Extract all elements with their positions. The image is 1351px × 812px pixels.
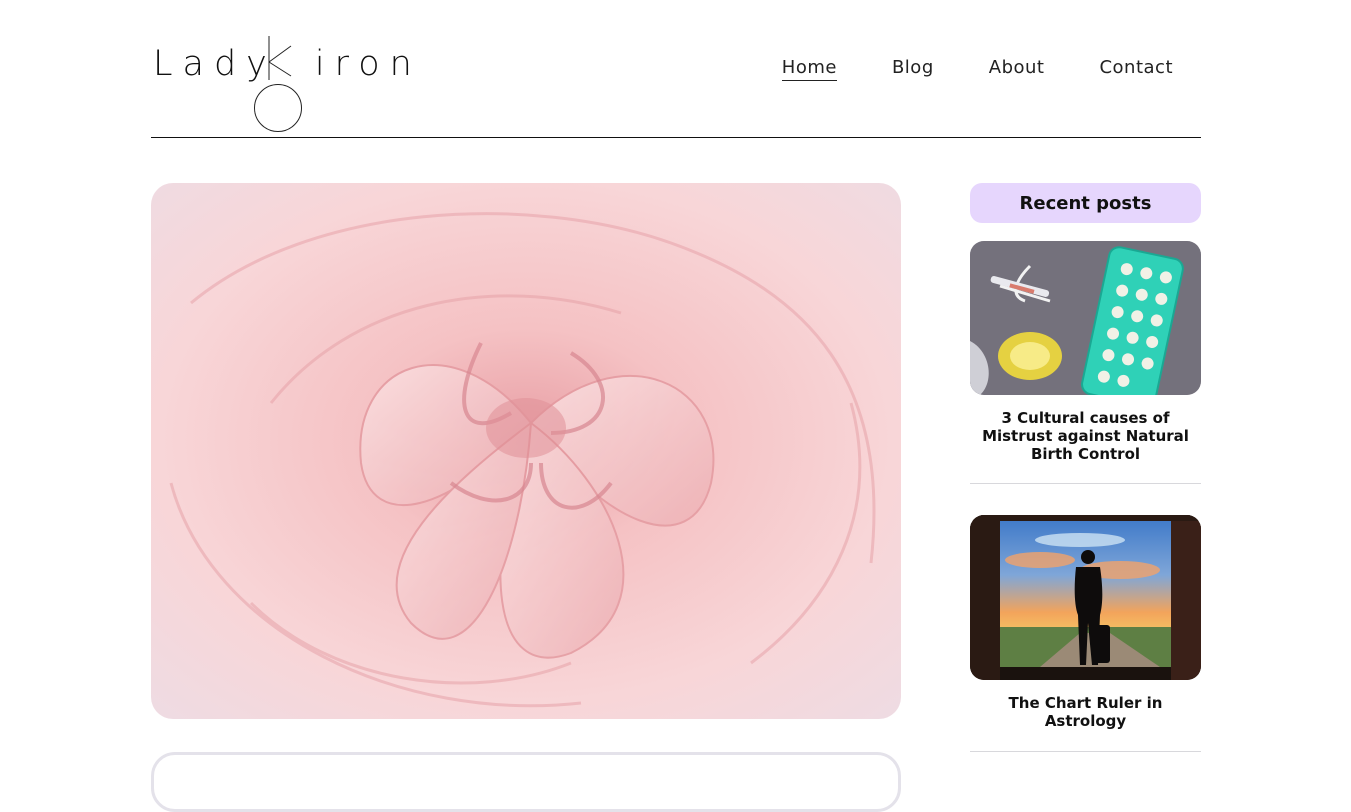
contraceptives-image xyxy=(970,241,1201,395)
post-divider xyxy=(970,751,1201,752)
nav-home[interactable]: Home xyxy=(781,56,837,81)
recent-post-2-image[interactable] xyxy=(970,515,1201,680)
logo-circle-mark xyxy=(254,84,302,132)
rose-image xyxy=(151,183,901,719)
featured-post-image[interactable] xyxy=(151,183,901,719)
post-divider xyxy=(970,483,1201,484)
post-card-outline[interactable] xyxy=(151,752,901,812)
recent-post-1-title[interactable]: 3 Cultural causes of Mistrust against Na… xyxy=(970,409,1201,463)
main-nav: Home Blog About Contact xyxy=(727,56,1173,81)
site-logo[interactable]: Lady iron xyxy=(153,36,412,136)
recent-posts-heading: Recent posts xyxy=(970,183,1201,223)
logo-text-right: iron xyxy=(314,44,422,84)
nav-contact[interactable]: Contact xyxy=(1099,56,1173,81)
logo-k-mark xyxy=(268,36,292,80)
nav-about[interactable]: About xyxy=(989,56,1045,81)
recent-post-1-image[interactable] xyxy=(970,241,1201,395)
header-divider xyxy=(151,137,1201,138)
nav-blog[interactable]: Blog xyxy=(892,56,934,81)
recent-post-2-title[interactable]: The Chart Ruler in Astrology xyxy=(970,694,1201,730)
sunset-doorway-image xyxy=(970,515,1201,680)
